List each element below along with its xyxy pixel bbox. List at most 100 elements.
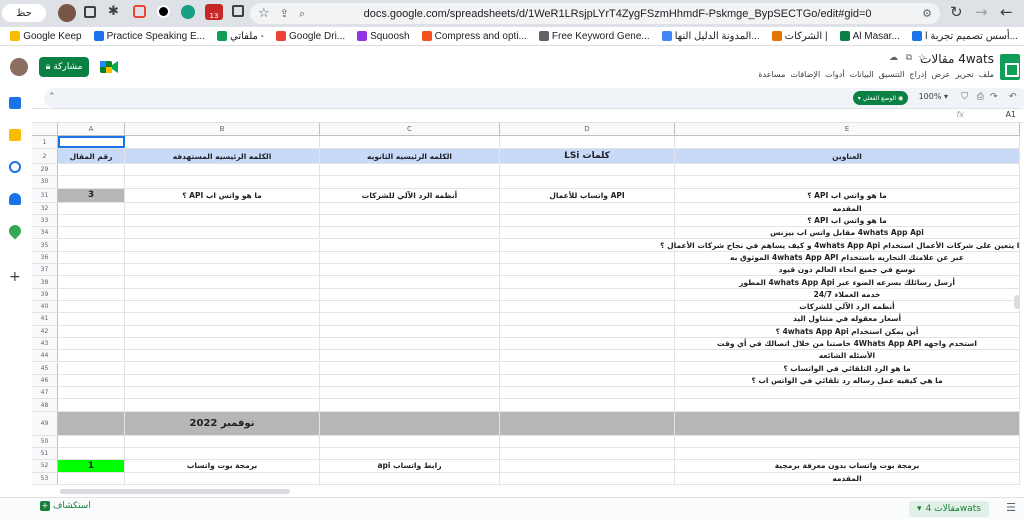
row-number[interactable]: 38 bbox=[32, 276, 58, 288]
row-number[interactable]: 31 bbox=[32, 188, 58, 202]
share-icon[interactable]: ⇪ bbox=[280, 7, 289, 20]
cell-a[interactable] bbox=[58, 164, 125, 176]
cell-e[interactable] bbox=[675, 176, 1020, 188]
star-icon[interactable]: ☆ bbox=[258, 6, 270, 21]
contacts-icon[interactable] bbox=[9, 193, 21, 205]
cell-a[interactable]: 3 bbox=[58, 188, 125, 202]
meet-icon[interactable] bbox=[100, 60, 118, 74]
cell-c[interactable] bbox=[320, 374, 500, 387]
column-header-d[interactable]: D bbox=[500, 123, 675, 136]
cell-b[interactable] bbox=[125, 288, 320, 300]
cell-c[interactable] bbox=[320, 288, 500, 300]
notification-badge[interactable]: 13 bbox=[205, 4, 223, 20]
menu-tools[interactable]: أدوات bbox=[825, 70, 844, 79]
extension-green-icon[interactable] bbox=[181, 5, 195, 19]
user-avatar[interactable] bbox=[10, 58, 28, 76]
row-number[interactable]: 48 bbox=[32, 399, 58, 411]
cell-c[interactable] bbox=[320, 350, 500, 362]
cell-d[interactable] bbox=[500, 460, 675, 472]
cell-a[interactable] bbox=[58, 276, 125, 288]
cell-d[interactable] bbox=[500, 411, 675, 435]
cell-b[interactable]: الكلمه الرئيسيه المستهدفه bbox=[125, 149, 320, 163]
cell-e[interactable] bbox=[675, 448, 1020, 460]
row-number[interactable]: 40 bbox=[32, 301, 58, 313]
row-number[interactable]: 33 bbox=[32, 214, 58, 227]
maps-icon[interactable] bbox=[6, 222, 24, 240]
extension-dark-icon[interactable] bbox=[157, 5, 170, 18]
row-number[interactable]: 37 bbox=[32, 264, 58, 276]
bookmark-item[interactable]: Practice Speaking E... bbox=[88, 31, 211, 42]
cell-e[interactable]: ما هي كيفيه عمل رساله رد تلقائي في الوات… bbox=[675, 374, 1020, 387]
extension-red-icon[interactable] bbox=[133, 5, 146, 18]
cell-b[interactable] bbox=[125, 202, 320, 214]
collapse-icon[interactable]: ⌃ bbox=[48, 92, 56, 102]
cell-c[interactable] bbox=[320, 176, 500, 188]
cell-c[interactable] bbox=[320, 313, 500, 325]
cell-b[interactable] bbox=[125, 214, 320, 227]
row-number[interactable]: 2 bbox=[32, 149, 58, 163]
cell-e[interactable] bbox=[675, 387, 1020, 399]
cell-e[interactable]: العناوين bbox=[675, 149, 1020, 163]
cell-c[interactable] bbox=[320, 472, 500, 484]
cell-d[interactable] bbox=[500, 387, 675, 399]
cell-b[interactable] bbox=[125, 313, 320, 325]
cell-d[interactable] bbox=[500, 227, 675, 239]
cell-c[interactable] bbox=[320, 435, 500, 447]
row-number[interactable]: 30 bbox=[32, 176, 58, 188]
tab-icon[interactable] bbox=[232, 5, 244, 17]
name-box[interactable]: A1 bbox=[1005, 110, 1016, 119]
cell-e[interactable]: المقدمه bbox=[675, 202, 1020, 214]
cell-b[interactable]: برمجة بوت واتساب bbox=[125, 460, 320, 472]
cell-e[interactable]: أنظمه الرد الآلي للشركات bbox=[675, 301, 1020, 313]
cell-a[interactable] bbox=[58, 313, 125, 325]
cell-d[interactable] bbox=[500, 399, 675, 411]
cell-c[interactable] bbox=[320, 337, 500, 350]
print-icon[interactable]: ⎙ bbox=[977, 92, 984, 102]
row-number[interactable]: 45 bbox=[32, 362, 58, 374]
cell-d[interactable] bbox=[500, 325, 675, 337]
cell-a[interactable] bbox=[58, 411, 125, 435]
cell-a[interactable] bbox=[58, 472, 125, 484]
cell-c[interactable] bbox=[320, 227, 500, 239]
row-number[interactable]: 32 bbox=[32, 202, 58, 214]
explore-button[interactable]: + استكشاف bbox=[40, 501, 91, 511]
document-title[interactable]: 4wats مقالات bbox=[920, 52, 994, 66]
bookmark-item[interactable]: Squoosh bbox=[351, 31, 415, 42]
row-number[interactable]: 51 bbox=[32, 448, 58, 460]
cell-d[interactable] bbox=[500, 350, 675, 362]
cell-e[interactable]: ما هو واتس اب API ؟ bbox=[675, 214, 1020, 227]
cell-b[interactable] bbox=[125, 325, 320, 337]
cell-a[interactable] bbox=[58, 325, 125, 337]
cell-d[interactable]: API واتساب للأعمال bbox=[500, 188, 675, 202]
cell-a[interactable] bbox=[58, 301, 125, 313]
cell-a[interactable] bbox=[58, 251, 125, 264]
cell-c[interactable] bbox=[320, 448, 500, 460]
cell-c[interactable] bbox=[320, 325, 500, 337]
cell-c[interactable] bbox=[320, 202, 500, 214]
menu-file[interactable]: ملف bbox=[979, 70, 994, 79]
select-all-corner[interactable] bbox=[32, 123, 58, 136]
menu-help[interactable]: مساعدة bbox=[758, 70, 785, 79]
cell-e[interactable]: ما هو الرد التلقائي في الواتساب ؟ bbox=[675, 362, 1020, 374]
row-number[interactable]: 34 bbox=[32, 227, 58, 239]
bookmark-item[interactable]: الشركات | bbox=[766, 31, 834, 42]
sidebar-icon[interactable] bbox=[84, 6, 96, 18]
cell-b[interactable] bbox=[125, 350, 320, 362]
cell-a[interactable] bbox=[58, 350, 125, 362]
redo-icon[interactable]: ↷ bbox=[990, 92, 1004, 104]
cell-d[interactable] bbox=[500, 374, 675, 387]
menu-format[interactable]: التنسيق bbox=[879, 70, 905, 79]
cell-e[interactable] bbox=[675, 399, 1020, 411]
keep-icon[interactable] bbox=[9, 129, 21, 141]
search-icon[interactable]: ⌕ bbox=[299, 7, 305, 21]
cell-e[interactable] bbox=[675, 411, 1020, 435]
cell-b[interactable] bbox=[125, 435, 320, 447]
undo-icon[interactable]: ↶ bbox=[1009, 92, 1023, 104]
row-number[interactable]: 29 bbox=[32, 164, 58, 176]
forward-icon[interactable]: → bbox=[975, 3, 988, 21]
cell-c[interactable]: أنظمه الرد الآلي للشركات bbox=[320, 188, 500, 202]
cell-a[interactable] bbox=[58, 337, 125, 350]
cell-d[interactable] bbox=[500, 214, 675, 227]
cell-c[interactable] bbox=[320, 399, 500, 411]
cell-e[interactable]: توسع في جميع انحاء العالم دون قيود bbox=[675, 264, 1020, 276]
